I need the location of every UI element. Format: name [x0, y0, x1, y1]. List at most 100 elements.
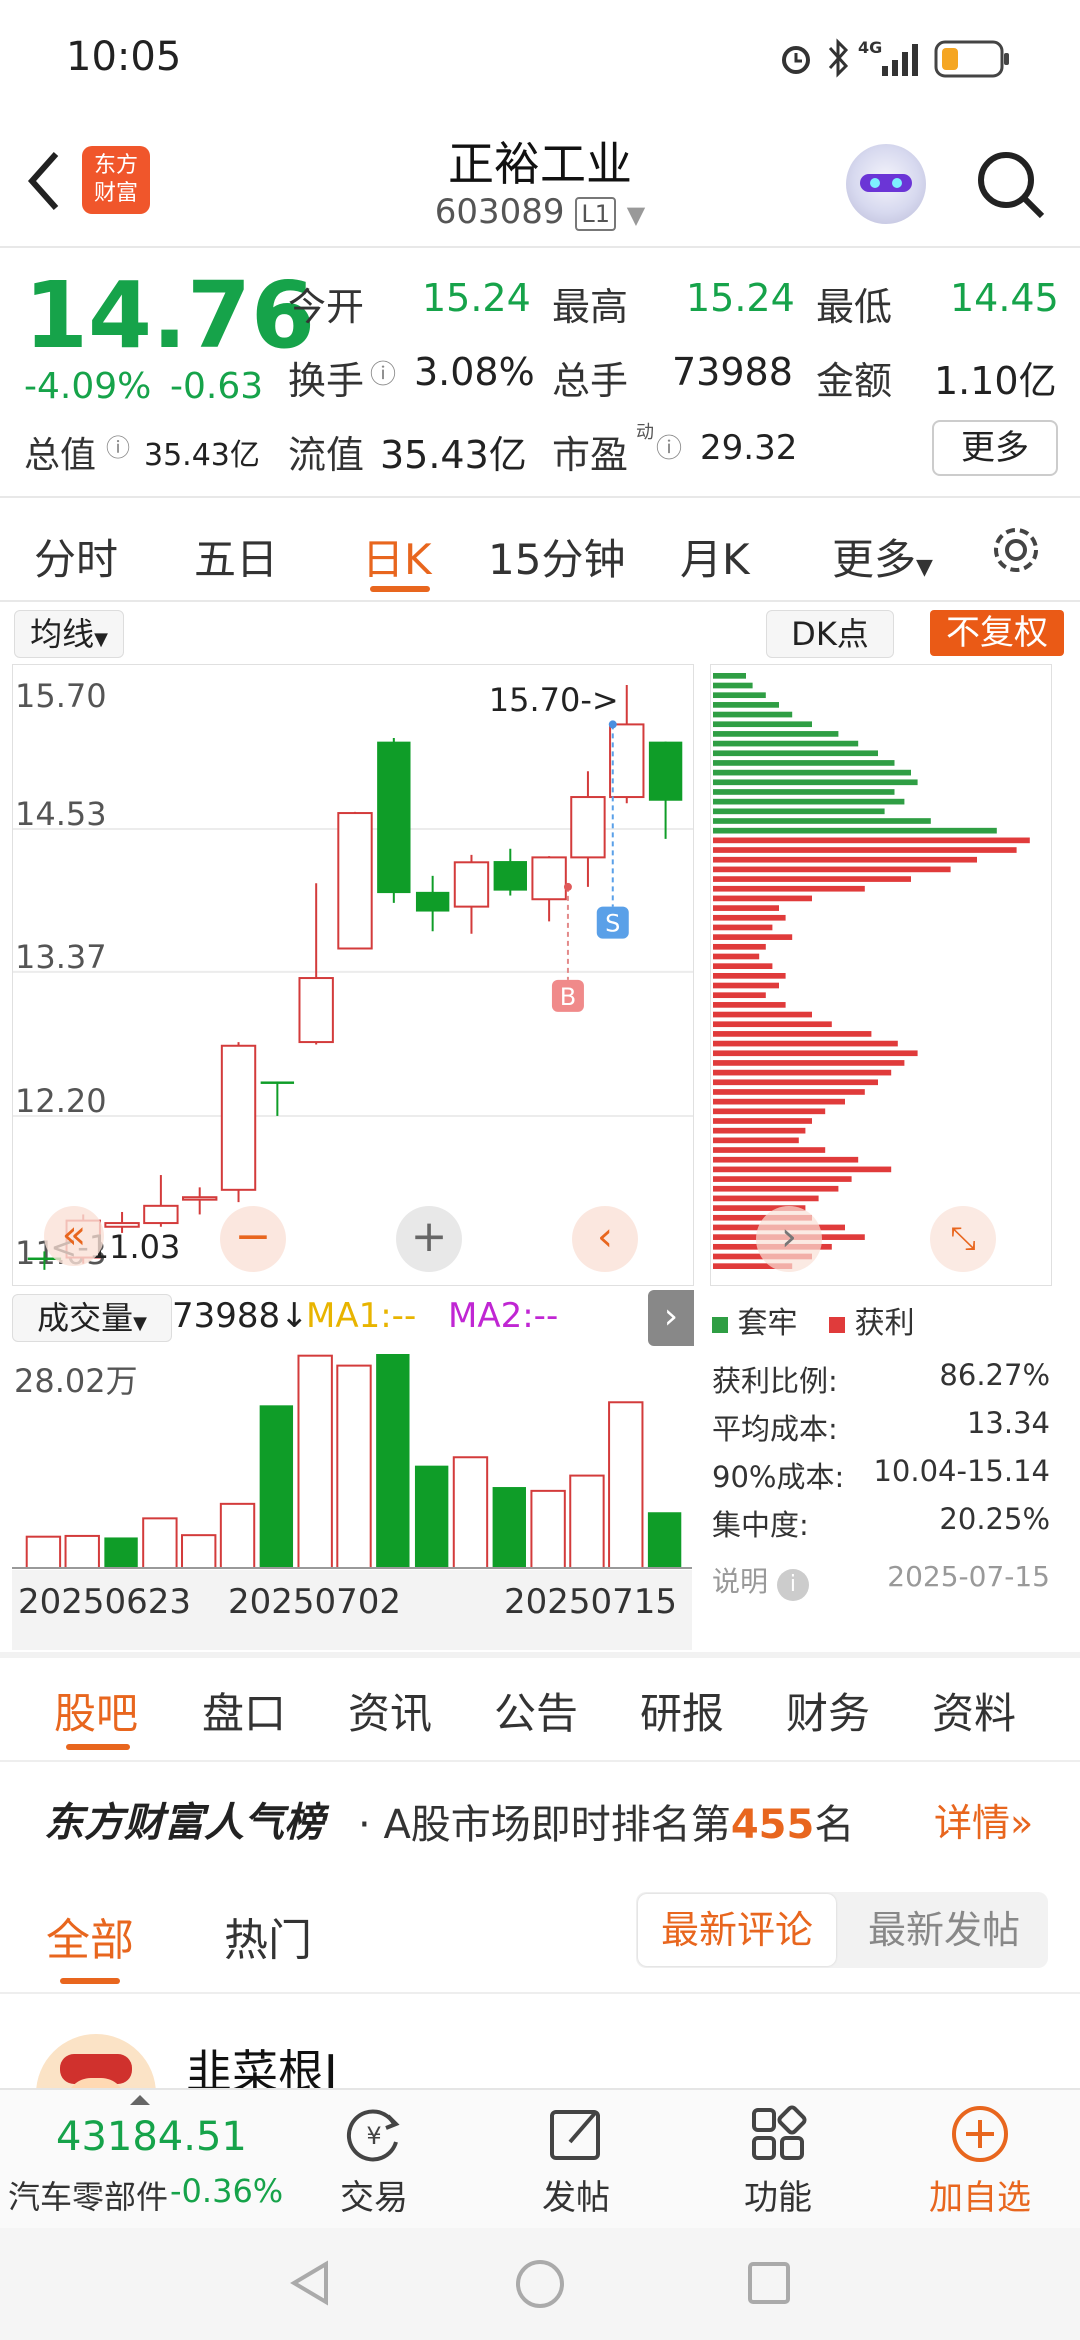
kline-chart[interactable]: 15.7014.5313.3712.2011.0315.70-><-11.03B…	[12, 664, 694, 1286]
date-axis: 20250623 20250702 20250715	[12, 1570, 692, 1650]
info-icon[interactable]: ⓘ	[106, 428, 130, 463]
zoom-in-button[interactable]: +	[396, 1206, 462, 1272]
index-name[interactable]: 汽车零部件	[8, 2172, 168, 2218]
chip-bar	[713, 866, 951, 873]
float-value: 35.43亿	[380, 433, 527, 477]
feed-tab-all[interactable]: 全部	[46, 1904, 134, 1968]
tab-monthly-k[interactable]: 月K	[680, 526, 750, 587]
chip-bar	[713, 1069, 892, 1076]
chip-bar	[713, 1195, 819, 1202]
volume-bar	[142, 1517, 178, 1569]
tab-announcements[interactable]: 公告	[494, 1680, 578, 1741]
active-tab-indicator	[66, 1744, 130, 1750]
stat-value: 13.34	[966, 1406, 1050, 1440]
index-value[interactable]: 43184.51	[56, 2114, 247, 2160]
turnover-value: 3.08%	[414, 350, 535, 394]
info-icon[interactable]: ⓘ	[656, 428, 682, 465]
nav-recents-icon[interactable]	[746, 2260, 792, 2306]
volume-bar	[492, 1487, 526, 1568]
chip-bar	[713, 673, 746, 679]
chart-settings-button[interactable]	[988, 522, 1044, 582]
chip-distribution	[710, 664, 1052, 1286]
tab-news[interactable]: 资讯	[348, 1680, 432, 1741]
candle	[182, 1187, 218, 1215]
chip-bar	[713, 1060, 905, 1066]
note-label: 说明	[712, 1565, 769, 1598]
section-divider	[0, 1652, 1080, 1658]
tab-research[interactable]: 研报	[640, 1680, 724, 1741]
scroll-left-button[interactable]: ‹	[572, 1206, 638, 1272]
kline-svg: 15.7014.5313.3712.2011.0315.70-><-11.03B…	[13, 677, 693, 1272]
candle	[531, 856, 567, 922]
chip-bar	[713, 798, 905, 805]
more-button[interactable]: 更多	[932, 420, 1058, 476]
candle-body	[493, 861, 527, 891]
ranking-prefix: A股市场即时排名第	[383, 1802, 731, 1848]
tab-more[interactable]: 更多▼	[832, 526, 933, 587]
open-label: 今开	[288, 285, 365, 329]
volume-bar	[297, 1354, 333, 1570]
expand-icon[interactable]: ⤡	[930, 1206, 996, 1272]
tab-daily-k[interactable]: 日K	[362, 526, 432, 587]
chevron-right-icon[interactable]: ›	[756, 1206, 822, 1272]
candle	[493, 848, 527, 896]
candle-body	[260, 1081, 295, 1084]
chip-bar	[713, 1166, 892, 1173]
nav-home-icon[interactable]	[514, 2258, 566, 2310]
amount-value: 1.10亿	[934, 359, 1057, 403]
sort-latest-post[interactable]: 最新发帖	[842, 1894, 1046, 1966]
ma-selector[interactable]: 均线▼	[14, 610, 124, 658]
divider	[0, 1992, 1080, 1994]
system-navigation-bar	[0, 2228, 1080, 2340]
tab-guba[interactable]: 股吧	[54, 1680, 138, 1741]
chip-note-link[interactable]: 说明 i	[712, 1560, 809, 1601]
assistant-avatar[interactable]	[846, 144, 926, 224]
adjust-button[interactable]: 不复权	[930, 610, 1064, 656]
nav-back-icon[interactable]	[286, 2258, 336, 2308]
indicator-selector[interactable]: 成交量▼	[12, 1294, 172, 1342]
feed-tab-hot[interactable]: 热门	[224, 1904, 312, 1968]
info-icon[interactable]: ⓘ	[370, 354, 396, 391]
add-watchlist-button[interactable]: 加自选	[920, 2102, 1040, 2219]
stat-label: 集中度:	[712, 1508, 809, 1542]
post-label: 发帖	[542, 2178, 610, 2218]
dk-point-selector[interactable]: DK点	[766, 610, 894, 658]
tab-profile[interactable]: 资料	[932, 1680, 1016, 1741]
volume-bar	[25, 1535, 62, 1569]
search-button[interactable]	[974, 148, 1048, 226]
yen-refresh-icon: ¥	[346, 2109, 400, 2162]
tab-intraday[interactable]: 分时	[34, 526, 118, 587]
scroll-start-button[interactable]: «	[44, 1206, 104, 1266]
candle-body	[609, 723, 645, 799]
tab-finance[interactable]: 财务	[786, 1680, 870, 1741]
candle-body	[104, 1222, 140, 1228]
chip-bar	[713, 1002, 786, 1008]
post-button[interactable]: 发帖	[536, 2102, 616, 2219]
float-label: 流值	[288, 433, 365, 477]
high-label: 最高	[552, 285, 629, 329]
expand-panel-button[interactable]: ›	[648, 1290, 694, 1346]
chip-bar	[713, 1108, 826, 1115]
functions-button[interactable]: 功能	[738, 2102, 818, 2219]
low-value: 14.45	[950, 276, 1059, 320]
stat-label: 90%成本:	[712, 1460, 845, 1494]
chip-bar	[713, 1185, 839, 1192]
tab-15min[interactable]: 15分钟	[488, 526, 625, 587]
gear-icon	[994, 528, 1038, 572]
last-price: 14.76	[24, 262, 316, 369]
dropdown-icon: ▼	[626, 201, 646, 229]
chip-bar	[713, 837, 1030, 844]
candle-body	[377, 741, 411, 894]
tab-five-day[interactable]: 五日	[194, 526, 278, 587]
candle	[220, 1042, 257, 1203]
ranking-details-link[interactable]: 详情»	[934, 1792, 1033, 1847]
trade-button[interactable]: ¥ 交易	[334, 2102, 414, 2219]
zoom-out-button[interactable]: −	[220, 1206, 286, 1272]
chip-bar	[713, 769, 911, 776]
tab-pankou[interactable]: 盘口	[202, 1680, 286, 1741]
chip-bar	[713, 818, 931, 824]
sort-latest-comment[interactable]: 最新评论	[638, 1894, 836, 1966]
candle	[337, 811, 373, 950]
chip-bar	[713, 1050, 918, 1057]
y-tick-label: 13.37	[15, 938, 107, 976]
